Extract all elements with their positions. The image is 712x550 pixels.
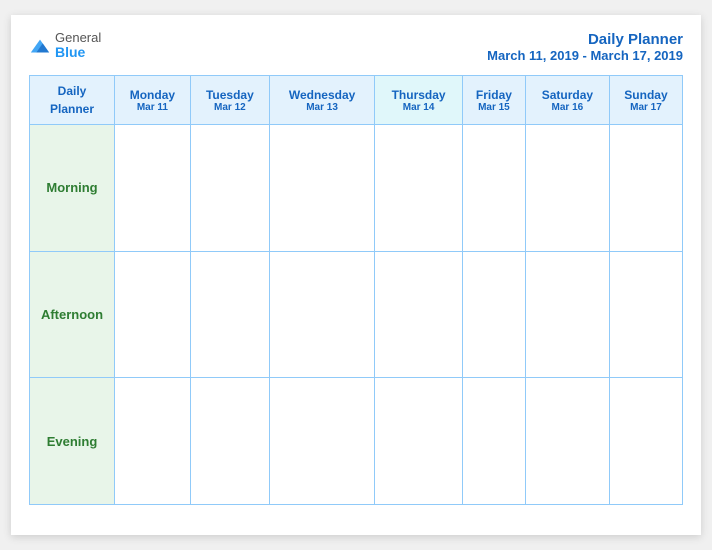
afternoon-thursday[interactable] bbox=[375, 251, 463, 378]
generalblue-logo-icon bbox=[29, 36, 51, 58]
header-sunday: Sunday Mar 17 bbox=[609, 76, 682, 125]
morning-wednesday[interactable] bbox=[269, 125, 374, 252]
header: General Blue Daily Planner March 11, 201… bbox=[29, 31, 683, 63]
afternoon-row: Afternoon bbox=[30, 251, 683, 378]
afternoon-wednesday[interactable] bbox=[269, 251, 374, 378]
morning-saturday[interactable] bbox=[525, 125, 609, 252]
logo-general: General bbox=[55, 31, 101, 45]
header-friday: Friday Mar 15 bbox=[463, 76, 526, 125]
morning-row: Morning bbox=[30, 125, 683, 252]
date-range: March 11, 2019 - March 17, 2019 bbox=[487, 48, 683, 63]
morning-friday[interactable] bbox=[463, 125, 526, 252]
logo-area: General Blue bbox=[29, 31, 101, 61]
evening-row: Evening bbox=[30, 378, 683, 505]
planner-title: Daily Planner bbox=[487, 31, 683, 48]
afternoon-monday[interactable] bbox=[115, 251, 191, 378]
planner-page: General Blue Daily Planner March 11, 201… bbox=[11, 15, 701, 535]
afternoon-friday[interactable] bbox=[463, 251, 526, 378]
evening-thursday[interactable] bbox=[375, 378, 463, 505]
evening-friday[interactable] bbox=[463, 378, 526, 505]
morning-monday[interactable] bbox=[115, 125, 191, 252]
morning-sunday[interactable] bbox=[609, 125, 682, 252]
afternoon-tuesday[interactable] bbox=[190, 251, 269, 378]
header-daily-planner: DailyPlanner bbox=[30, 76, 115, 125]
header-thursday: Thursday Mar 14 bbox=[375, 76, 463, 125]
evening-sunday[interactable] bbox=[609, 378, 682, 505]
morning-thursday[interactable] bbox=[375, 125, 463, 252]
header-wednesday: Wednesday Mar 13 bbox=[269, 76, 374, 125]
evening-tuesday[interactable] bbox=[190, 378, 269, 505]
header-row: DailyPlanner Monday Mar 11 Tuesday Mar 1… bbox=[30, 76, 683, 125]
afternoon-sunday[interactable] bbox=[609, 251, 682, 378]
evening-monday[interactable] bbox=[115, 378, 191, 505]
header-saturday: Saturday Mar 16 bbox=[525, 76, 609, 125]
morning-tuesday[interactable] bbox=[190, 125, 269, 252]
evening-wednesday[interactable] bbox=[269, 378, 374, 505]
afternoon-label: Afternoon bbox=[30, 251, 115, 378]
title-area: Daily Planner March 11, 2019 - March 17,… bbox=[487, 31, 683, 63]
header-monday: Monday Mar 11 bbox=[115, 76, 191, 125]
afternoon-saturday[interactable] bbox=[525, 251, 609, 378]
logo-text: General Blue bbox=[55, 31, 101, 61]
evening-saturday[interactable] bbox=[525, 378, 609, 505]
calendar-table: DailyPlanner Monday Mar 11 Tuesday Mar 1… bbox=[29, 75, 683, 505]
morning-label: Morning bbox=[30, 125, 115, 252]
evening-label: Evening bbox=[30, 378, 115, 505]
logo-blue: Blue bbox=[55, 45, 101, 60]
header-tuesday: Tuesday Mar 12 bbox=[190, 76, 269, 125]
